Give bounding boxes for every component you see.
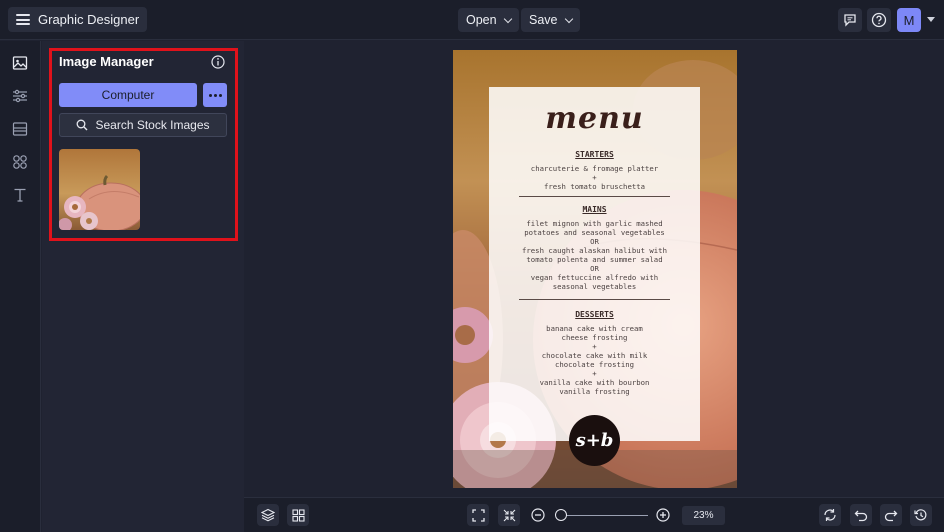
feedback-button[interactable] (838, 8, 862, 32)
rail-layout[interactable] (10, 119, 30, 139)
layers-icon (261, 508, 275, 522)
app-menu-button[interactable]: Graphic Designer (8, 7, 148, 32)
mains-text: filet mignon with garlic mashed potatoes… (522, 219, 667, 291)
zoom-slider-handle[interactable] (554, 509, 567, 521)
search-stock-images-button[interactable]: Search Stock Images (59, 113, 227, 137)
rotate-button[interactable] (819, 504, 841, 526)
more-options-button[interactable] (203, 83, 227, 107)
help-icon (871, 12, 887, 28)
image-thumbnail[interactable] (59, 149, 140, 230)
rail-text[interactable] (10, 185, 30, 205)
mains-heading: MAINS (582, 205, 607, 214)
tool-rail (0, 41, 41, 532)
help-button[interactable] (867, 8, 891, 32)
pumpkin-flowers-image (59, 149, 140, 230)
menu-title: menu (545, 101, 644, 136)
logo: s+b (569, 415, 620, 466)
text-icon (14, 188, 26, 202)
undo-button[interactable] (850, 504, 872, 526)
more-dots-icon (208, 93, 212, 97)
zoom-in-icon[interactable] (656, 508, 670, 522)
image-icon (12, 56, 28, 70)
layout-icon (12, 122, 28, 136)
open-button[interactable]: Open (458, 8, 519, 32)
history-button[interactable] (910, 504, 932, 526)
hamburger-icon (16, 14, 30, 25)
history-icon (914, 509, 927, 521)
save-button[interactable]: Save (521, 8, 580, 32)
search-icon (77, 119, 88, 131)
info-icon[interactable] (211, 55, 225, 69)
rail-images[interactable] (10, 53, 30, 73)
app-title: Graphic Designer (38, 12, 140, 27)
desserts-heading: DESSERTS (575, 310, 614, 319)
graphics-icon (13, 155, 27, 169)
divider (519, 299, 670, 300)
redo-button[interactable] (880, 504, 902, 526)
zoom-out-icon[interactable] (531, 508, 545, 522)
rotate-icon (824, 509, 836, 521)
rail-adjust[interactable] (10, 86, 30, 106)
expand-icon (471, 508, 485, 522)
grid-icon (291, 508, 305, 522)
zoom-level[interactable]: 23% (682, 506, 725, 525)
starters-text: charcuterie & fromage platter + fresh to… (530, 164, 659, 191)
panel-title: Image Manager (59, 54, 154, 69)
collapse-button[interactable] (498, 504, 520, 526)
rail-graphics[interactable] (10, 152, 30, 172)
avatar[interactable]: M (897, 8, 921, 32)
layers-button[interactable] (257, 504, 279, 526)
upload-computer-button[interactable]: Computer (59, 83, 197, 107)
undo-icon (854, 510, 868, 522)
desserts-text: banana cake with cream cheese frosting +… (539, 324, 650, 396)
redo-icon (884, 510, 898, 522)
collapse-icon (503, 509, 515, 521)
grid-button[interactable] (287, 504, 309, 526)
caret-down-icon[interactable] (927, 17, 935, 22)
fit-screen-button[interactable] (467, 504, 489, 526)
zoom-slider-track[interactable] (556, 515, 648, 516)
chevron-down-icon (503, 14, 512, 23)
divider (519, 196, 670, 197)
sliders-icon (13, 89, 27, 103)
starters-heading: STARTERS (575, 150, 614, 159)
chat-icon (844, 14, 856, 27)
chevron-down-icon (564, 14, 573, 23)
